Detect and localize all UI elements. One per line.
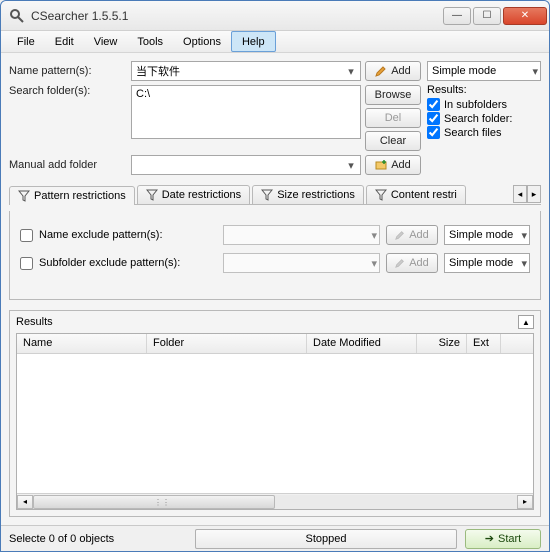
minimize-button[interactable]: —: [443, 7, 471, 25]
name-pattern-value: 当下软件: [136, 63, 180, 79]
scroll-right-button[interactable]: ▸: [517, 495, 533, 509]
subfolder-exclude-check[interactable]: [20, 257, 33, 270]
funnel-icon: [261, 189, 273, 201]
window-buttons: — ☐ ✕: [443, 7, 547, 25]
col-name[interactable]: Name: [17, 334, 147, 353]
status-state: Stopped: [195, 529, 457, 549]
col-ext[interactable]: Ext: [467, 334, 501, 353]
in-subfolders-check[interactable]: In subfolders: [427, 98, 541, 111]
arrow-right-icon: ➔: [485, 532, 494, 545]
search-files-check[interactable]: Search files: [427, 126, 541, 139]
funnel-icon: [146, 189, 158, 201]
menu-file[interactable]: File: [7, 31, 45, 52]
tab-size[interactable]: Size restrictions: [252, 185, 364, 204]
search-left: Name pattern(s): 当下软件 ▾ Add Search folde…: [9, 61, 421, 175]
results-header: Results: [16, 316, 53, 328]
name-pattern-label: Name pattern(s):: [9, 65, 127, 77]
col-size[interactable]: Size: [417, 334, 467, 353]
search-panel: Name pattern(s): 当下软件 ▾ Add Search folde…: [9, 61, 541, 175]
close-button[interactable]: ✕: [503, 7, 547, 25]
menu-tools[interactable]: Tools: [127, 31, 173, 52]
client-area: Name pattern(s): 当下软件 ▾ Add Search folde…: [1, 53, 549, 525]
manual-add-button[interactable]: Add: [365, 155, 421, 175]
app-icon: [9, 8, 25, 24]
pencil-icon: [375, 65, 387, 77]
col-date[interactable]: Date Modified: [307, 334, 417, 353]
status-selected: Selecte 0 of 0 objects: [9, 533, 187, 545]
subfolder-exclude-mode[interactable]: Simple mode ▾: [444, 253, 530, 273]
funnel-icon: [375, 189, 387, 201]
start-button[interactable]: ➔ Start: [465, 529, 541, 549]
pencil-icon: [395, 258, 405, 268]
subfolder-exclude-combo[interactable]: ▾: [223, 253, 380, 273]
tab-scroll: ◂ ▸: [513, 185, 541, 204]
menu-options[interactable]: Options: [173, 31, 231, 52]
browse-button[interactable]: Browse: [365, 85, 421, 105]
folder-plus-icon: [375, 159, 387, 171]
del-button[interactable]: Del: [365, 108, 421, 128]
statusbar: Selecte 0 of 0 objects Stopped ➔ Start: [1, 525, 549, 551]
results-panel: Results ▲ Name Folder Date Modified Size…: [9, 310, 541, 517]
chevron-down-icon: ▾: [532, 65, 538, 78]
scroll-left-button[interactable]: ◂: [17, 495, 33, 509]
name-exclude-combo[interactable]: ▾: [223, 225, 380, 245]
tab-scroll-left[interactable]: ◂: [513, 185, 527, 203]
name-exclude-check[interactable]: [20, 229, 33, 242]
tab-scroll-right[interactable]: ▸: [527, 185, 541, 203]
listview-body: [17, 354, 533, 493]
pencil-icon: [395, 230, 405, 240]
results-opts-header: Results:: [427, 84, 541, 96]
collapse-button[interactable]: ▲: [518, 315, 534, 329]
chevron-down-icon: ▾: [371, 257, 377, 270]
maximize-button[interactable]: ☐: [473, 7, 501, 25]
subfolder-exclude-label: Subfolder exclude pattern(s):: [39, 257, 217, 269]
results-listview[interactable]: Name Folder Date Modified Size Ext ◂ ⋮⋮ …: [16, 333, 534, 510]
pattern-tab-body: Name exclude pattern(s): ▾ Add Simple mo…: [9, 211, 541, 300]
titlebar[interactable]: CSearcher 1.5.5.1 — ☐ ✕: [1, 1, 549, 31]
h-scrollbar[interactable]: ◂ ⋮⋮ ▸: [17, 493, 533, 509]
clear-button[interactable]: Clear: [365, 131, 421, 151]
scroll-track[interactable]: ⋮⋮: [33, 495, 517, 509]
name-exclude-add-button[interactable]: Add: [386, 225, 438, 245]
menu-help[interactable]: Help: [231, 31, 276, 52]
name-exclude-mode[interactable]: Simple mode ▾: [444, 225, 530, 245]
search-right: Simple mode ▾ Results: In subfolders Sea…: [427, 61, 541, 175]
tab-pattern[interactable]: Pattern restrictions: [9, 186, 135, 205]
window-title: CSearcher 1.5.5.1: [31, 9, 443, 23]
mode-select[interactable]: Simple mode ▾: [427, 61, 541, 81]
chevron-down-icon: ▾: [371, 229, 377, 242]
menu-edit[interactable]: Edit: [45, 31, 84, 52]
app-window: CSearcher 1.5.5.1 — ☐ ✕ File Edit View T…: [0, 0, 550, 552]
funnel-icon: [18, 190, 30, 202]
chevron-down-icon: ▾: [521, 229, 527, 242]
listview-header: Name Folder Date Modified Size Ext: [17, 334, 533, 354]
subfolder-exclude-add-button[interactable]: Add: [386, 253, 438, 273]
manual-add-label: Manual add folder: [9, 159, 127, 171]
add-pattern-button[interactable]: Add: [365, 61, 421, 81]
search-folder-label: Search folder(s):: [9, 85, 127, 97]
scroll-thumb[interactable]: ⋮⋮: [33, 495, 275, 509]
chevron-down-icon: ▾: [344, 64, 358, 78]
manual-add-combo[interactable]: ▾: [131, 155, 361, 175]
search-folders-check[interactable]: Search folder:: [427, 112, 541, 125]
name-pattern-combo[interactable]: 当下软件 ▾: [131, 61, 361, 81]
tab-content[interactable]: Content restri: [366, 185, 466, 204]
tab-date[interactable]: Date restrictions: [137, 185, 250, 204]
name-exclude-label: Name exclude pattern(s):: [39, 229, 217, 241]
menubar: File Edit View Tools Options Help: [1, 31, 549, 53]
result-options: Results: In subfolders Search folder: Se…: [427, 84, 541, 140]
search-folder-value: C:\: [136, 88, 150, 100]
col-folder[interactable]: Folder: [147, 334, 307, 353]
chevron-down-icon: ▾: [521, 257, 527, 270]
search-folder-list[interactable]: C:\: [131, 85, 361, 139]
chevron-down-icon: ▾: [344, 158, 358, 172]
menu-view[interactable]: View: [84, 31, 128, 52]
restriction-tabs: Pattern restrictions Date restrictions S…: [9, 185, 541, 205]
